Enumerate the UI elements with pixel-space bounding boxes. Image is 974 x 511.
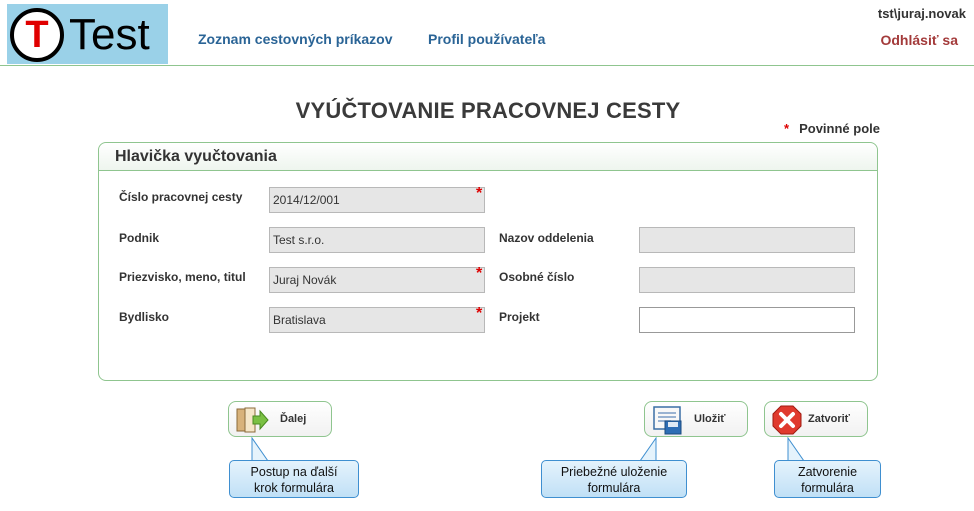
close-tooltip-line1: Zatvorenie	[797, 465, 858, 479]
close-button[interactable]: Zatvoriť	[764, 401, 868, 437]
project-field[interactable]	[639, 307, 855, 333]
name-required-star: *	[476, 265, 483, 282]
required-note: * Povinné pole	[784, 121, 880, 136]
name-label: Priezvisko, meno, titul	[119, 270, 246, 284]
header-panel: Hlavička vyučtovania Číslo pracovnej ces…	[98, 142, 878, 381]
next-tooltip-line2: krok formulára	[254, 481, 334, 495]
company-label: Podnik	[119, 231, 160, 245]
logout-link[interactable]: Odhlásiť sa	[880, 32, 958, 48]
personal-number-field[interactable]	[639, 267, 855, 293]
residence-field[interactable]: Bratislava	[269, 307, 485, 333]
logo-word: Test	[69, 10, 150, 59]
logo[interactable]: T Test	[7, 4, 168, 64]
current-user: tst\juraj.novak	[877, 6, 966, 21]
company-field[interactable]: Test s.r.o.	[269, 227, 485, 253]
required-star: *	[784, 121, 790, 136]
next-tooltip-line1: Postup na ďalší	[250, 465, 338, 479]
next-tooltip: Postup na ďalší krok formulára	[229, 460, 359, 498]
residence-required-star: *	[476, 305, 483, 322]
panel-title: Hlavička vyučtovania	[115, 148, 277, 165]
save-tooltip-line2: formulára	[587, 481, 641, 495]
name-field[interactable]: Juraj Novák	[269, 267, 485, 293]
close-icon	[772, 405, 802, 435]
department-label: Nazov oddelenia	[499, 231, 594, 245]
save-tooltip-arrow	[639, 437, 657, 461]
save-tooltip-line1: Priebežné uloženie	[560, 465, 668, 479]
close-button-label: Zatvoriť	[808, 413, 850, 425]
personal-number-label: Osobné číslo	[499, 270, 575, 284]
book-arrow-icon	[236, 407, 269, 433]
project-label: Projekt	[499, 310, 540, 324]
required-note-text: Povinné pole	[799, 121, 880, 136]
next-button[interactable]: Ďalej	[228, 401, 332, 437]
next-button-label: Ďalej	[280, 413, 307, 425]
nav-user-profile[interactable]: Profil používateľa	[428, 31, 545, 47]
department-field[interactable]	[639, 227, 855, 253]
residence-label: Bydlisko	[119, 310, 170, 324]
nav-travel-orders[interactable]: Zoznam cestovných príkazov	[198, 31, 393, 47]
panel-header: Hlavička vyučtovania	[99, 143, 877, 171]
save-form-icon	[653, 406, 682, 435]
logo-letter: T	[25, 14, 49, 56]
save-tooltip: Priebežné uloženie formulára	[541, 460, 687, 498]
close-tooltip-line2: formulára	[801, 481, 854, 495]
logo-circle-icon: T	[10, 8, 64, 62]
trip-number-field[interactable]: 2014/12/001	[269, 187, 485, 213]
app-header: T Test Zoznam cestovných príkazov Profil…	[0, 0, 974, 66]
close-tooltip: Zatvorenie formulára	[774, 460, 881, 498]
trip-number-label: Číslo pracovnej cesty	[119, 190, 243, 204]
trip-number-required-star: *	[476, 185, 483, 202]
close-tooltip-arrow	[787, 437, 805, 461]
save-button-label: Uložiť	[694, 413, 726, 425]
next-tooltip-arrow	[251, 437, 269, 461]
save-button[interactable]: Uložiť	[644, 401, 748, 437]
